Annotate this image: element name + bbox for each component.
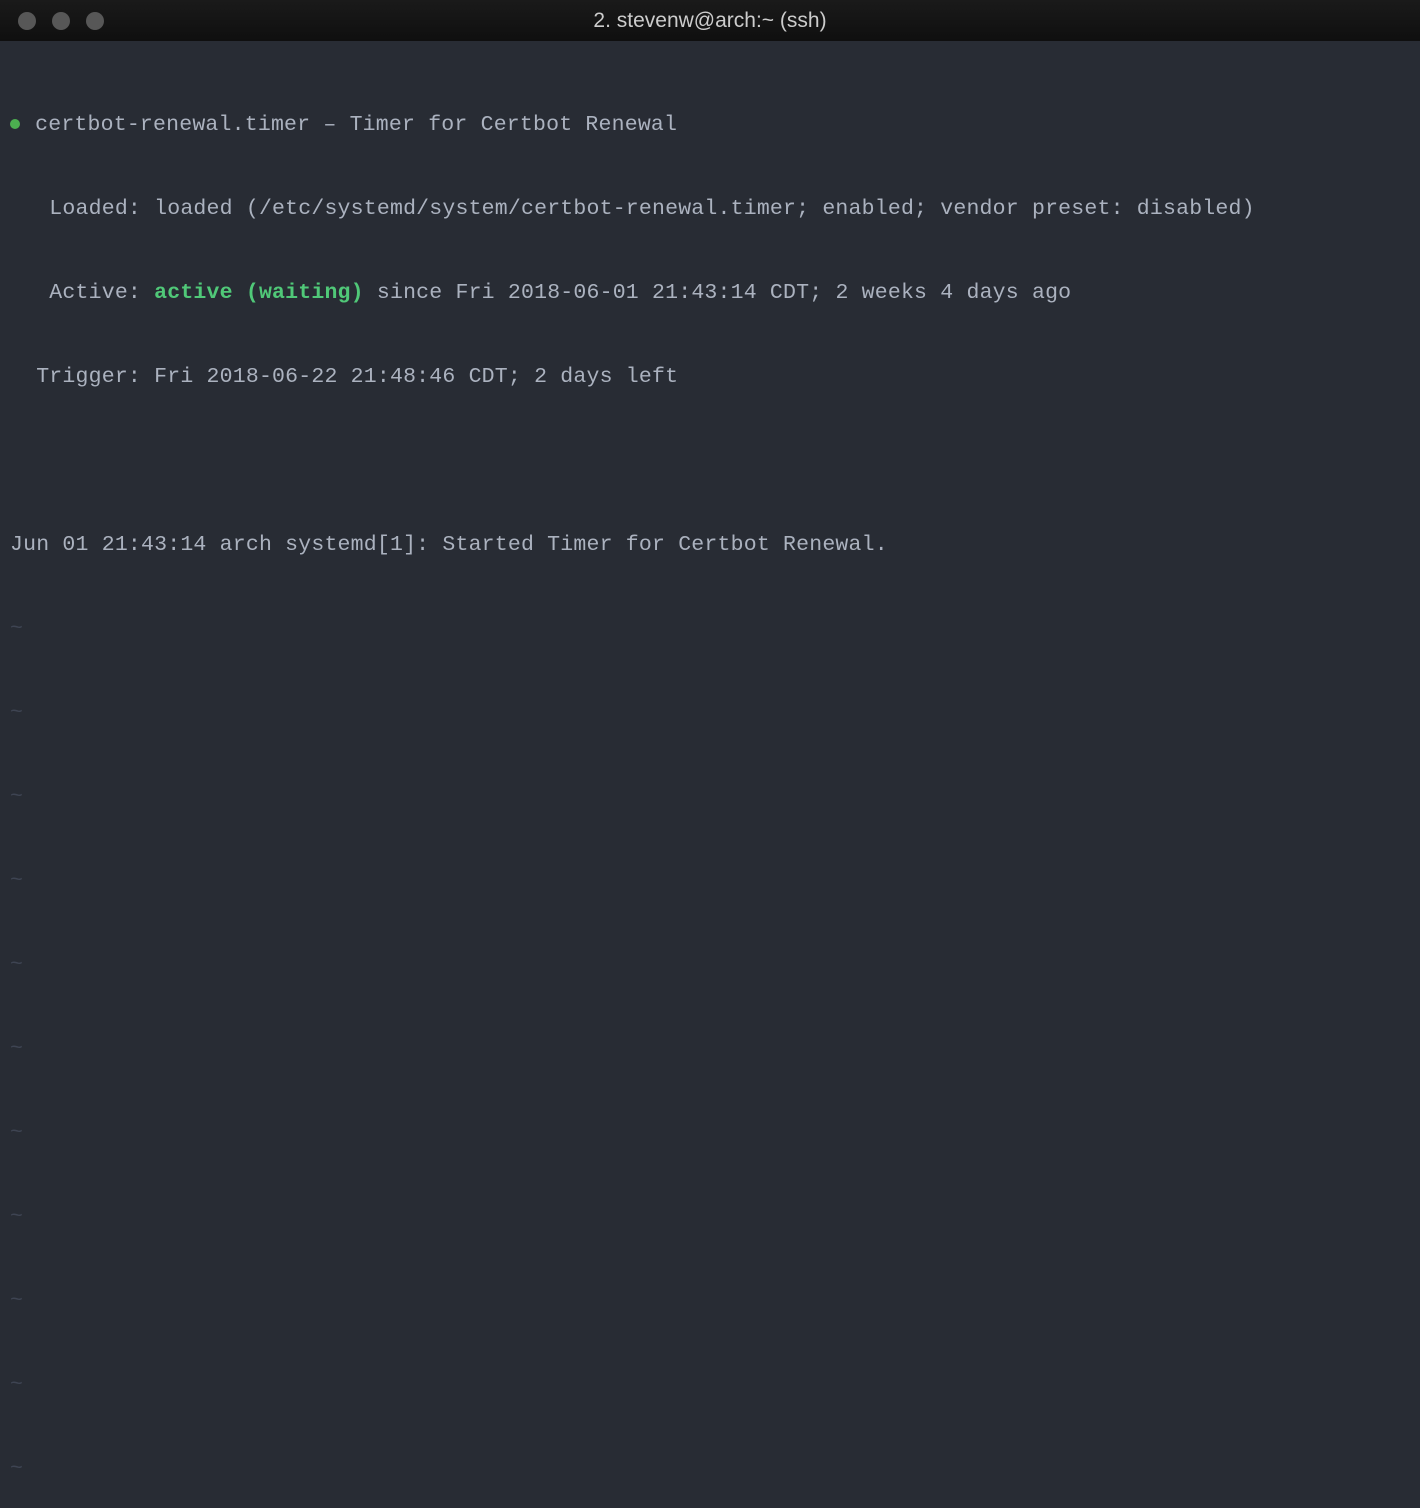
- terminal-output[interactable]: certbot-renewal.timer – Timer for Certbo…: [0, 41, 1420, 1508]
- unit-header-line: certbot-renewal.timer – Timer for Certbo…: [10, 111, 1410, 139]
- zoom-icon[interactable]: [86, 12, 104, 30]
- loaded-line: Loaded: loaded (/etc/systemd/system/cert…: [10, 195, 1410, 223]
- empty-line-marker: ~: [10, 1287, 1410, 1315]
- empty-line-marker: ~: [10, 1119, 1410, 1147]
- loaded-value: loaded (/etc/systemd/system/certbot-rene…: [154, 197, 1255, 221]
- unit-description: Timer for Certbot Renewal: [350, 113, 678, 137]
- blank-line: [10, 447, 1410, 475]
- trigger-label: Trigger:: [10, 365, 154, 389]
- status-dot-icon: [10, 119, 20, 129]
- active-rest: since Fri 2018-06-01 21:43:14 CDT; 2 wee…: [364, 281, 1072, 305]
- empty-line-marker: ~: [10, 1203, 1410, 1231]
- trigger-value: Fri 2018-06-22 21:48:46 CDT; 2 days left: [154, 365, 678, 389]
- window-title: 2. stevenw@arch:~ (ssh): [593, 9, 826, 33]
- log-line: Jun 01 21:43:14 arch systemd[1]: Started…: [10, 531, 1410, 559]
- minimize-icon[interactable]: [52, 12, 70, 30]
- close-icon[interactable]: [18, 12, 36, 30]
- active-label: Active:: [10, 281, 154, 305]
- empty-line-marker: ~: [10, 951, 1410, 979]
- traffic-lights: [0, 12, 104, 30]
- empty-line-marker: ~: [10, 615, 1410, 643]
- trigger-line: Trigger: Fri 2018-06-22 21:48:46 CDT; 2 …: [10, 363, 1410, 391]
- unit-name: certbot-renewal.timer: [35, 113, 310, 137]
- empty-line-marker: ~: [10, 1035, 1410, 1063]
- empty-line-marker: ~: [10, 699, 1410, 727]
- window-titlebar: 2. stevenw@arch:~ (ssh): [0, 0, 1420, 41]
- unit-dash: –: [310, 113, 349, 137]
- loaded-label: Loaded:: [10, 197, 154, 221]
- empty-line-marker: ~: [10, 1455, 1410, 1483]
- empty-line-marker: ~: [10, 1371, 1410, 1399]
- empty-line-marker: ~: [10, 867, 1410, 895]
- active-line: Active: active (waiting) since Fri 2018-…: [10, 279, 1410, 307]
- active-state: active (waiting): [154, 281, 364, 305]
- empty-line-marker: ~: [10, 783, 1410, 811]
